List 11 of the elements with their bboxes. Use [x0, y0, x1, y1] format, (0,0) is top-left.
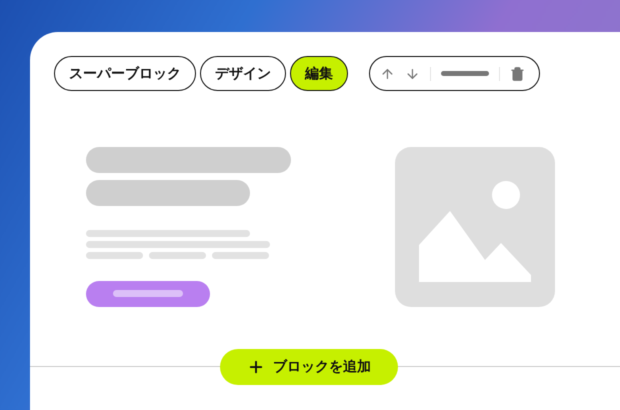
image-placeholder-icon [395, 147, 555, 307]
tab[interactable]: デザイン [200, 56, 286, 91]
placeholder-line [149, 252, 206, 259]
placeholder-line [212, 252, 269, 259]
add-block-button[interactable]: ブロックを追加 [220, 349, 398, 385]
trash-icon[interactable] [510, 66, 526, 82]
tab[interactable]: 編集 [290, 56, 348, 91]
plus-icon [247, 358, 265, 376]
drag-handle-icon[interactable] [440, 71, 490, 76]
tab[interactable]: スーパーブロック [54, 56, 196, 91]
placeholder-line [86, 252, 143, 259]
